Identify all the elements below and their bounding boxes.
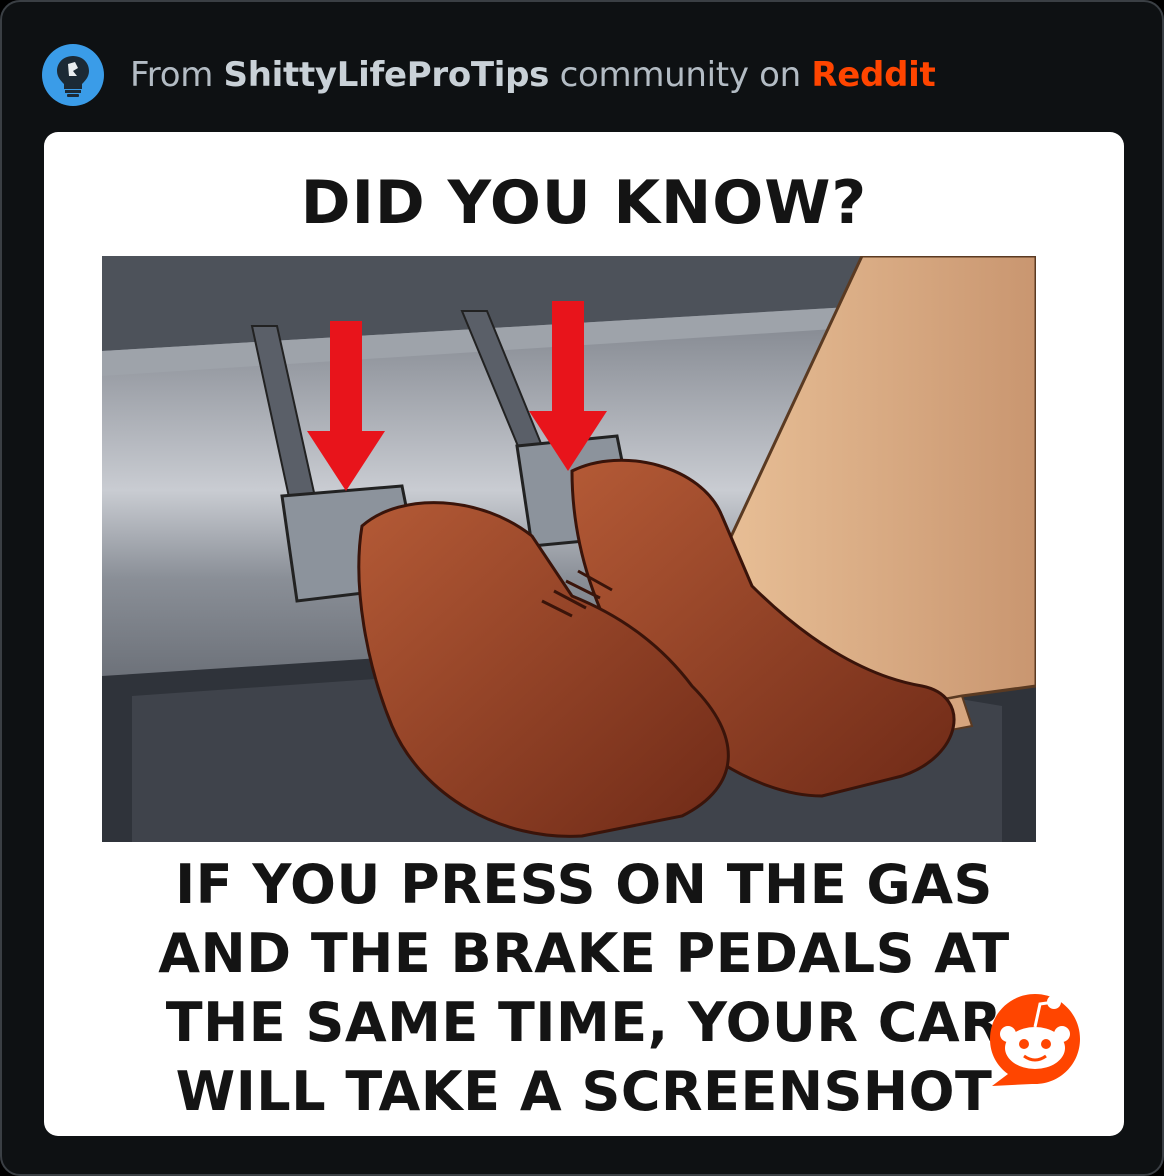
caption-line: IF YOU PRESS ON THE GAS <box>175 853 993 916</box>
caption-line: THE SAME TIME, YOUR CAR <box>165 991 1003 1054</box>
attribution-prefix: From <box>130 55 224 95</box>
reddit-snoo-icon[interactable] <box>982 986 1088 1092</box>
embed-frame: From ShittyLifeProTips community on Redd… <box>0 0 1164 1176</box>
source-attribution: From ShittyLifeProTips community on Redd… <box>130 55 936 95</box>
embed-header: From ShittyLifeProTips community on Redd… <box>42 42 936 108</box>
post-image-card[interactable]: DID YOU KNOW? IF YOU PRESS ON THE GAS AN… <box>44 132 1124 1136</box>
reddit-link[interactable]: Reddit <box>811 55 935 95</box>
caption-line: WILL TAKE A SCREENSHOT <box>175 1060 993 1123</box>
meme-title: DID YOU KNOW? <box>300 168 868 238</box>
community-avatar[interactable] <box>42 44 104 106</box>
car-pedals-illustration <box>102 256 1036 842</box>
meme-caption: IF YOU PRESS ON THE GAS AND THE BRAKE PE… <box>44 850 1124 1126</box>
caption-line: AND THE BRAKE PEDALS AT <box>158 922 1010 985</box>
attribution-middle: community on <box>549 55 812 95</box>
community-name-link[interactable]: ShittyLifeProTips <box>224 55 550 95</box>
lightbulb-icon <box>57 56 89 97</box>
